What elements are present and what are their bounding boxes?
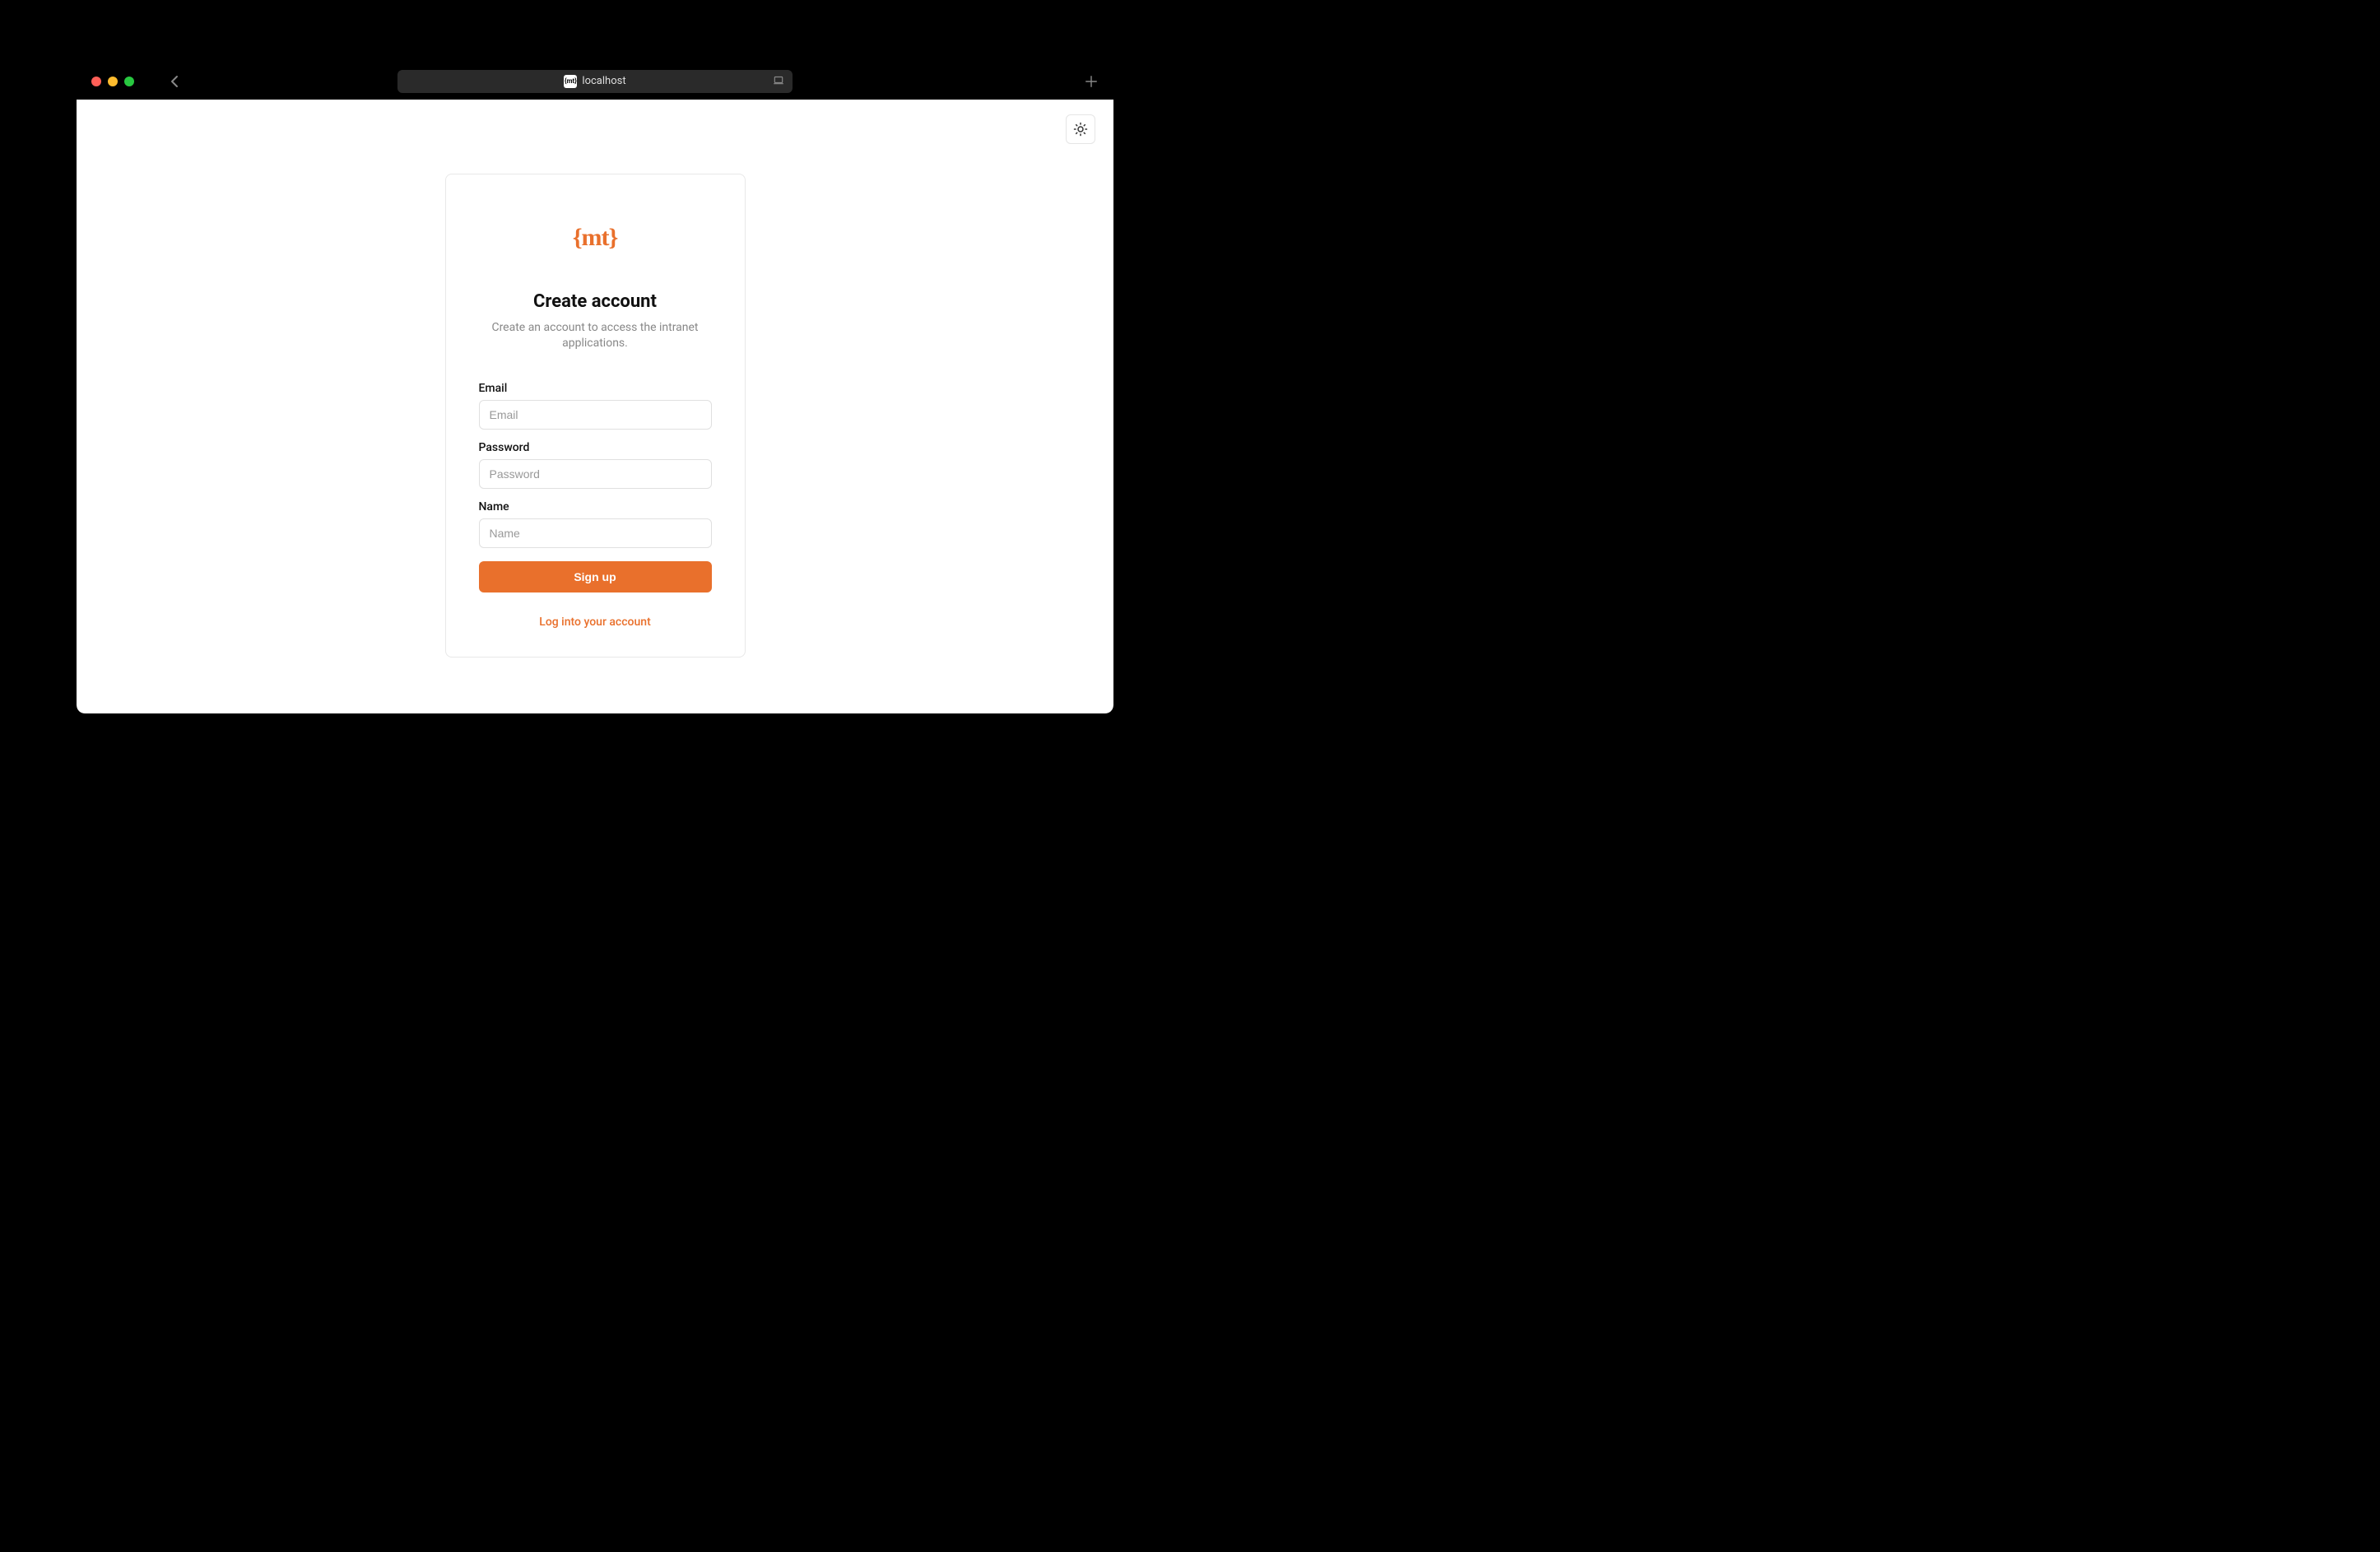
- traffic-lights: [91, 77, 134, 86]
- password-field[interactable]: [479, 459, 712, 489]
- browser-titlebar: {mt} localhost: [77, 63, 1113, 100]
- app-logo: {mt}: [573, 224, 618, 252]
- password-label: Password: [479, 441, 712, 454]
- signup-form: Email Password Name Sign up: [479, 382, 712, 592]
- page-subtitle: Create an account to access the intranet…: [480, 320, 710, 352]
- email-group: Email: [479, 382, 712, 430]
- reader-mode-icon[interactable]: [773, 74, 784, 89]
- window-minimize-button[interactable]: [108, 77, 118, 86]
- page-center: {mt} Create account Create an account to…: [77, 100, 1113, 658]
- address-text: localhost: [582, 75, 625, 87]
- window-maximize-button[interactable]: [124, 77, 134, 86]
- page-title: Create account: [533, 291, 657, 312]
- sun-icon: [1073, 122, 1088, 137]
- signup-button[interactable]: Sign up: [479, 561, 712, 592]
- name-field[interactable]: [479, 518, 712, 548]
- browser-window: {mt} localhost: [77, 63, 1113, 713]
- theme-toggle-button[interactable]: [1066, 114, 1095, 144]
- password-group: Password: [479, 441, 712, 489]
- login-link[interactable]: Log into your account: [539, 616, 650, 629]
- favicon-icon: {mt}: [564, 75, 577, 88]
- email-field[interactable]: [479, 400, 712, 430]
- nav-back-button[interactable]: [167, 74, 182, 89]
- name-group: Name: [479, 500, 712, 548]
- new-tab-button[interactable]: [1084, 74, 1099, 89]
- name-label: Name: [479, 500, 712, 513]
- window-close-button[interactable]: [91, 77, 101, 86]
- signup-card: {mt} Create account Create an account to…: [445, 174, 746, 658]
- browser-content: {mt} Create account Create an account to…: [77, 100, 1113, 713]
- address-bar[interactable]: {mt} localhost: [397, 70, 793, 93]
- email-label: Email: [479, 382, 712, 395]
